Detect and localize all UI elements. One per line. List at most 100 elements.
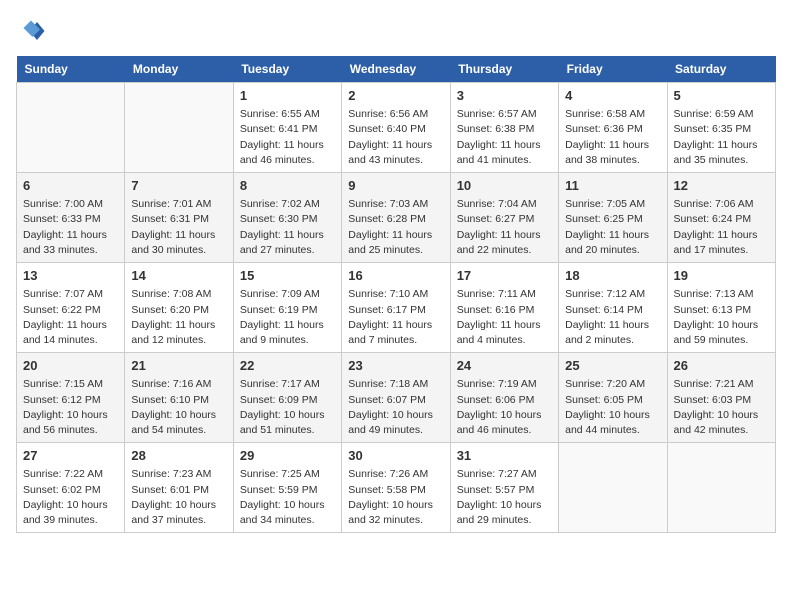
- day-info: Sunrise: 7:19 AM Sunset: 6:06 PM Dayligh…: [457, 377, 552, 438]
- day-number: 4: [565, 87, 660, 105]
- day-number: 3: [457, 87, 552, 105]
- day-info: Sunrise: 7:27 AM Sunset: 5:57 PM Dayligh…: [457, 467, 552, 528]
- day-info: Sunrise: 6:57 AM Sunset: 6:38 PM Dayligh…: [457, 107, 552, 168]
- day-number: 28: [131, 447, 226, 465]
- calendar-cell: 3 Sunrise: 6:57 AM Sunset: 6:38 PM Daylig…: [450, 83, 558, 173]
- day-info: Sunrise: 7:06 AM Sunset: 6:24 PM Dayligh…: [674, 197, 769, 258]
- day-info: Sunrise: 7:08 AM Sunset: 6:20 PM Dayligh…: [131, 287, 226, 348]
- calendar-cell: 28 Sunrise: 7:23 AM Sunset: 6:01 PM Dayli…: [125, 443, 233, 533]
- weekday-header-wednesday: Wednesday: [342, 56, 450, 83]
- day-number: 17: [457, 267, 552, 285]
- day-number: 7: [131, 177, 226, 195]
- day-number: 5: [674, 87, 769, 105]
- day-info: Sunrise: 6:58 AM Sunset: 6:36 PM Dayligh…: [565, 107, 660, 168]
- calendar-cell: [559, 443, 667, 533]
- day-number: 6: [23, 177, 118, 195]
- day-number: 26: [674, 357, 769, 375]
- calendar-cell: [125, 83, 233, 173]
- calendar-cell: 9 Sunrise: 7:03 AM Sunset: 6:28 PM Daylig…: [342, 173, 450, 263]
- day-info: Sunrise: 7:02 AM Sunset: 6:30 PM Dayligh…: [240, 197, 335, 258]
- day-info: Sunrise: 7:23 AM Sunset: 6:01 PM Dayligh…: [131, 467, 226, 528]
- calendar-cell: 29 Sunrise: 7:25 AM Sunset: 5:59 PM Dayli…: [233, 443, 341, 533]
- day-number: 18: [565, 267, 660, 285]
- calendar-cell: [17, 83, 125, 173]
- calendar-week-row: 1 Sunrise: 6:55 AM Sunset: 6:41 PM Daylig…: [17, 83, 776, 173]
- day-info: Sunrise: 6:59 AM Sunset: 6:35 PM Dayligh…: [674, 107, 769, 168]
- calendar-cell: 11Sunrise: 7:05 AM Sunset: 6:25 PM Dayli…: [559, 173, 667, 263]
- calendar-cell: 17 Sunrise: 7:11 AM Sunset: 6:16 PM Dayli…: [450, 263, 558, 353]
- day-number: 1: [240, 87, 335, 105]
- day-info: Sunrise: 7:16 AM Sunset: 6:10 PM Dayligh…: [131, 377, 226, 438]
- day-number: 9: [348, 177, 443, 195]
- calendar-cell: 13Sunrise: 7:07 AM Sunset: 6:22 PM Dayli…: [17, 263, 125, 353]
- calendar-cell: 21 Sunrise: 7:16 AM Sunset: 6:10 PM Dayli…: [125, 353, 233, 443]
- day-number: 30: [348, 447, 443, 465]
- calendar-cell: 16 Sunrise: 7:10 AM Sunset: 6:17 PM Dayli…: [342, 263, 450, 353]
- calendar-cell: 14 Sunrise: 7:08 AM Sunset: 6:20 PM Dayli…: [125, 263, 233, 353]
- calendar-cell: 23 Sunrise: 7:18 AM Sunset: 6:07 PM Dayli…: [342, 353, 450, 443]
- day-info: Sunrise: 7:00 AM Sunset: 6:33 PM Dayligh…: [23, 197, 118, 258]
- weekday-header-friday: Friday: [559, 56, 667, 83]
- calendar-cell: 26Sunrise: 7:21 AM Sunset: 6:03 PM Dayli…: [667, 353, 775, 443]
- calendar-cell: 10 Sunrise: 7:04 AM Sunset: 6:27 PM Dayli…: [450, 173, 558, 263]
- day-number: 21: [131, 357, 226, 375]
- day-info: Sunrise: 7:12 AM Sunset: 6:14 PM Dayligh…: [565, 287, 660, 348]
- weekday-header-saturday: Saturday: [667, 56, 775, 83]
- day-info: Sunrise: 7:17 AM Sunset: 6:09 PM Dayligh…: [240, 377, 335, 438]
- day-info: Sunrise: 7:15 AM Sunset: 6:12 PM Dayligh…: [23, 377, 118, 438]
- calendar-cell: 7 Sunrise: 7:01 AM Sunset: 6:31 PM Daylig…: [125, 173, 233, 263]
- calendar-cell: 8 Sunrise: 7:02 AM Sunset: 6:30 PM Daylig…: [233, 173, 341, 263]
- logo: [16, 16, 50, 46]
- calendar-cell: 30Sunrise: 7:26 AM Sunset: 5:58 PM Dayli…: [342, 443, 450, 533]
- calendar-table: SundayMondayTuesdayWednesdayThursdayFrid…: [16, 56, 776, 533]
- day-info: Sunrise: 7:10 AM Sunset: 6:17 PM Dayligh…: [348, 287, 443, 348]
- day-number: 12: [674, 177, 769, 195]
- day-number: 29: [240, 447, 335, 465]
- weekday-header-row: SundayMondayTuesdayWednesdayThursdayFrid…: [17, 56, 776, 83]
- calendar-header: SundayMondayTuesdayWednesdayThursdayFrid…: [17, 56, 776, 83]
- day-info: Sunrise: 7:07 AM Sunset: 6:22 PM Dayligh…: [23, 287, 118, 348]
- logo-icon: [16, 16, 46, 46]
- day-number: 23: [348, 357, 443, 375]
- day-info: Sunrise: 7:22 AM Sunset: 6:02 PM Dayligh…: [23, 467, 118, 528]
- day-number: 24: [457, 357, 552, 375]
- page-header: [16, 16, 776, 46]
- day-number: 10: [457, 177, 552, 195]
- calendar-cell: 27 Sunrise: 7:22 AM Sunset: 6:02 PM Dayli…: [17, 443, 125, 533]
- day-info: Sunrise: 7:11 AM Sunset: 6:16 PM Dayligh…: [457, 287, 552, 348]
- day-number: 16: [348, 267, 443, 285]
- day-number: 19: [674, 267, 769, 285]
- day-number: 14: [131, 267, 226, 285]
- calendar-cell: 15 Sunrise: 7:09 AM Sunset: 6:19 PM Dayli…: [233, 263, 341, 353]
- calendar-week-row: 27 Sunrise: 7:22 AM Sunset: 6:02 PM Dayli…: [17, 443, 776, 533]
- day-number: 15: [240, 267, 335, 285]
- day-info: Sunrise: 7:04 AM Sunset: 6:27 PM Dayligh…: [457, 197, 552, 258]
- calendar-cell: 31Sunrise: 7:27 AM Sunset: 5:57 PM Dayli…: [450, 443, 558, 533]
- day-info: Sunrise: 7:18 AM Sunset: 6:07 PM Dayligh…: [348, 377, 443, 438]
- day-info: Sunrise: 7:20 AM Sunset: 6:05 PM Dayligh…: [565, 377, 660, 438]
- calendar-week-row: 6 Sunrise: 7:00 AM Sunset: 6:33 PM Daylig…: [17, 173, 776, 263]
- day-number: 27: [23, 447, 118, 465]
- calendar-cell: 18 Sunrise: 7:12 AM Sunset: 6:14 PM Dayli…: [559, 263, 667, 353]
- calendar-cell: 22Sunrise: 7:17 AM Sunset: 6:09 PM Dayli…: [233, 353, 341, 443]
- calendar-cell: [667, 443, 775, 533]
- weekday-header-thursday: Thursday: [450, 56, 558, 83]
- day-info: Sunrise: 7:03 AM Sunset: 6:28 PM Dayligh…: [348, 197, 443, 258]
- day-info: Sunrise: 7:13 AM Sunset: 6:13 PM Dayligh…: [674, 287, 769, 348]
- calendar-cell: 6 Sunrise: 7:00 AM Sunset: 6:33 PM Daylig…: [17, 173, 125, 263]
- calendar-cell: 5 Sunrise: 6:59 AM Sunset: 6:35 PM Daylig…: [667, 83, 775, 173]
- day-info: Sunrise: 7:25 AM Sunset: 5:59 PM Dayligh…: [240, 467, 335, 528]
- day-info: Sunrise: 6:55 AM Sunset: 6:41 PM Dayligh…: [240, 107, 335, 168]
- calendar-week-row: 20Sunrise: 7:15 AM Sunset: 6:12 PM Dayli…: [17, 353, 776, 443]
- calendar-cell: 19 Sunrise: 7:13 AM Sunset: 6:13 PM Dayli…: [667, 263, 775, 353]
- day-number: 25: [565, 357, 660, 375]
- calendar-cell: 2Sunrise: 6:56 AM Sunset: 6:40 PM Daylig…: [342, 83, 450, 173]
- calendar-cell: 1 Sunrise: 6:55 AM Sunset: 6:41 PM Daylig…: [233, 83, 341, 173]
- calendar-cell: 12 Sunrise: 7:06 AM Sunset: 6:24 PM Dayli…: [667, 173, 775, 263]
- day-number: 8: [240, 177, 335, 195]
- weekday-header-monday: Monday: [125, 56, 233, 83]
- day-info: Sunrise: 7:01 AM Sunset: 6:31 PM Dayligh…: [131, 197, 226, 258]
- calendar-body: 1 Sunrise: 6:55 AM Sunset: 6:41 PM Daylig…: [17, 83, 776, 533]
- day-info: Sunrise: 7:05 AM Sunset: 6:25 PM Dayligh…: [565, 197, 660, 258]
- day-info: Sunrise: 7:09 AM Sunset: 6:19 PM Dayligh…: [240, 287, 335, 348]
